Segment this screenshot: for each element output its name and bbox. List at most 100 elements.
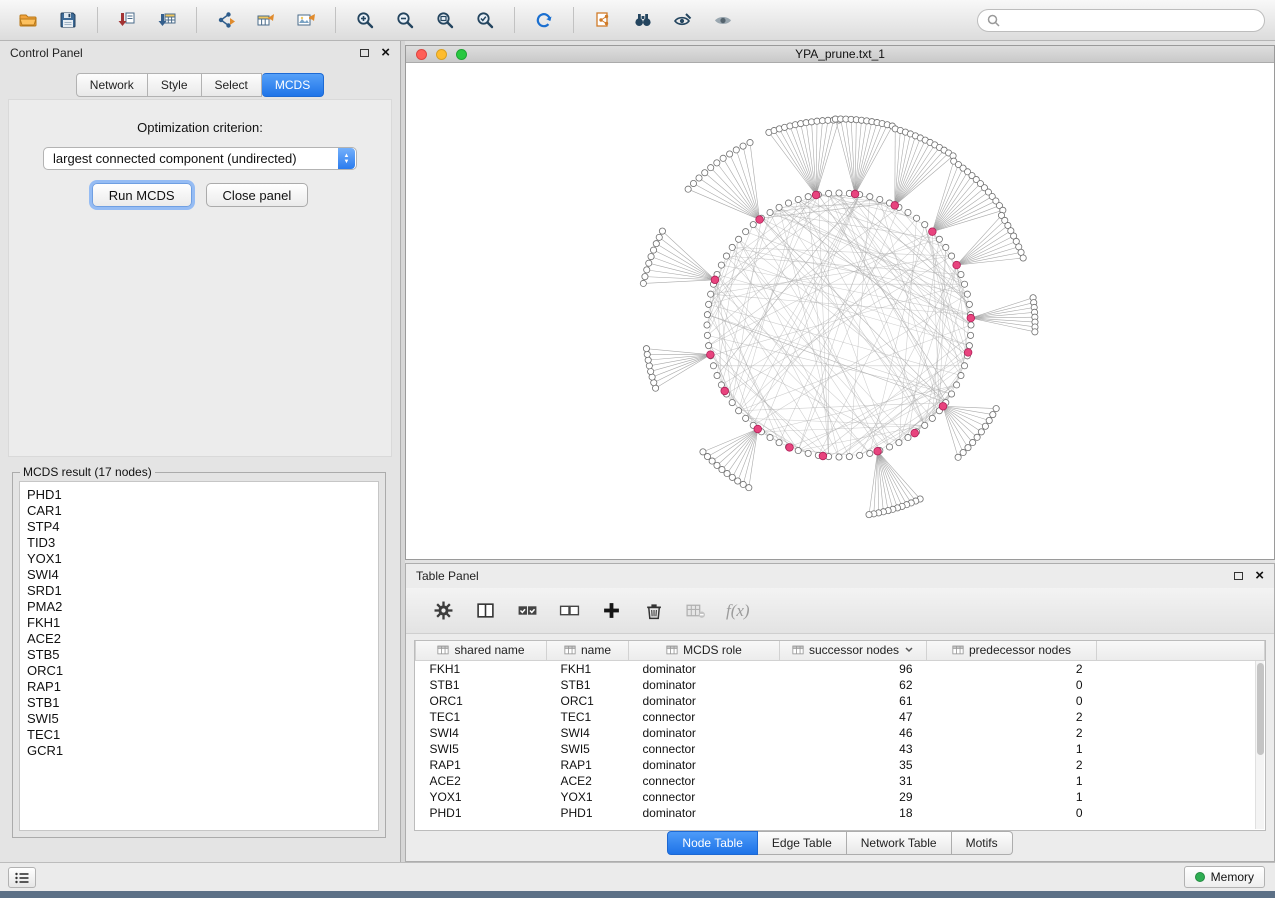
table-cell-predecessors[interactable]: 0 (927, 693, 1097, 709)
close-panel-icon[interactable]: × (381, 47, 390, 59)
table-cell-predecessors[interactable]: 0 (927, 805, 1097, 821)
mcds-result-item[interactable]: GCR1 (27, 743, 378, 759)
tab-select[interactable]: Select (202, 73, 262, 97)
share-document-button[interactable] (585, 5, 621, 35)
zoom-fit-button[interactable] (427, 5, 463, 35)
table-cell-shared-name[interactable]: ACE2 (416, 773, 547, 789)
table-row[interactable]: STB1STB1dominator620 (416, 677, 1265, 693)
show-columns-button[interactable] (470, 597, 500, 625)
table-cell-role[interactable]: connector (629, 709, 780, 725)
table-cell-successors[interactable]: 61 (780, 693, 927, 709)
mcds-result-item[interactable]: CAR1 (27, 503, 378, 519)
close-panel-button[interactable]: Close panel (206, 183, 309, 207)
window-minimize-icon[interactable] (436, 49, 447, 60)
table-row[interactable]: PHD1PHD1dominator180 (416, 805, 1265, 821)
function-builder-icon[interactable]: f(x) (726, 601, 750, 621)
tab-node-table[interactable]: Node Table (667, 831, 758, 855)
table-cell-predecessors[interactable]: 0 (927, 677, 1097, 693)
table-row[interactable]: YOX1YOX1connector291 (416, 789, 1265, 805)
window-maximize-icon[interactable] (456, 49, 467, 60)
table-settings-button[interactable] (428, 597, 458, 625)
table-cell-successors[interactable]: 18 (780, 805, 927, 821)
refresh-button[interactable] (526, 5, 562, 35)
import-table-button[interactable] (149, 5, 185, 35)
tab-mcds[interactable]: MCDS (262, 73, 324, 97)
table-cell-predecessors[interactable]: 2 (927, 709, 1097, 725)
table-cell-shared-name[interactable]: TEC1 (416, 709, 547, 725)
mcds-result-item[interactable]: PMA2 (27, 599, 378, 615)
table-cell-successors[interactable]: 47 (780, 709, 927, 725)
status-menu-button[interactable] (8, 867, 36, 888)
table-cell-predecessors[interactable]: 2 (927, 725, 1097, 741)
table-cell-shared-name[interactable]: RAP1 (416, 757, 547, 773)
table-cell-successors[interactable]: 96 (780, 660, 927, 677)
find-button[interactable] (625, 5, 661, 35)
table-cell-name[interactable]: STB1 (547, 677, 629, 693)
mcds-result-item[interactable]: STB1 (27, 695, 378, 711)
delete-column-button[interactable] (638, 597, 668, 625)
table-cell-successors[interactable]: 29 (780, 789, 927, 805)
tab-style[interactable]: Style (148, 73, 202, 97)
tab-edge-table[interactable]: Edge Table (758, 831, 847, 855)
tab-network[interactable]: Network (76, 73, 148, 97)
tab-motifs[interactable]: Motifs (952, 831, 1013, 855)
mcds-result-item[interactable]: PHD1 (27, 487, 378, 503)
table-cell-name[interactable]: YOX1 (547, 789, 629, 805)
table-cell-name[interactable]: ACE2 (547, 773, 629, 789)
table-row[interactable]: SWI5SWI5connector431 (416, 741, 1265, 757)
zoom-out-button[interactable] (387, 5, 423, 35)
scrollbar-thumb[interactable] (1257, 663, 1264, 755)
column-header-successor-nodes[interactable]: successor nodes (780, 641, 927, 660)
run-mcds-button[interactable]: Run MCDS (92, 183, 192, 207)
search-input[interactable] (1005, 13, 1255, 27)
window-close-icon[interactable] (416, 49, 427, 60)
table-cell-role[interactable]: connector (629, 773, 780, 789)
table-cell-shared-name[interactable]: SWI4 (416, 725, 547, 741)
show-hide-button[interactable] (705, 5, 741, 35)
mcds-result-item[interactable]: TEC1 (27, 727, 378, 743)
table-cell-successors[interactable]: 31 (780, 773, 927, 789)
float-panel-icon[interactable] (360, 49, 369, 57)
mcds-result-item[interactable]: TID3 (27, 535, 378, 551)
table-cell-successors[interactable]: 43 (780, 741, 927, 757)
network-window-titlebar[interactable]: YPA_prune.txt_1 (406, 46, 1274, 63)
table-cell-name[interactable]: SWI5 (547, 741, 629, 757)
deselect-all-button[interactable] (554, 597, 584, 625)
table-cell-successors[interactable]: 62 (780, 677, 927, 693)
close-table-panel-icon[interactable]: × (1255, 570, 1264, 582)
mcds-result-item[interactable]: SWI5 (27, 711, 378, 727)
select-all-button[interactable] (512, 597, 542, 625)
optimization-dropdown[interactable]: largest connected component (undirected)… (43, 147, 357, 170)
save-session-button[interactable] (50, 5, 86, 35)
table-cell-successors[interactable]: 46 (780, 725, 927, 741)
table-cell-predecessors[interactable]: 1 (927, 789, 1097, 805)
mcds-result-item[interactable]: RAP1 (27, 679, 378, 695)
table-cell-role[interactable]: dominator (629, 677, 780, 693)
delete-table-button-disabled[interactable] (680, 597, 710, 625)
table-cell-role[interactable]: dominator (629, 725, 780, 741)
memory-button[interactable]: Memory (1184, 866, 1265, 888)
open-file-button[interactable] (10, 5, 46, 35)
zoom-selected-button[interactable] (467, 5, 503, 35)
network-graph[interactable] (406, 63, 1274, 559)
mcds-result-item[interactable]: ACE2 (27, 631, 378, 647)
table-scrollbar[interactable] (1255, 661, 1264, 829)
table-cell-role[interactable]: connector (629, 789, 780, 805)
table-cell-name[interactable]: PHD1 (547, 805, 629, 821)
export-network-button[interactable] (208, 5, 244, 35)
tab-network-table[interactable]: Network Table (847, 831, 952, 855)
table-cell-shared-name[interactable]: FKH1 (416, 660, 547, 677)
search-box[interactable] (977, 9, 1265, 32)
table-cell-predecessors[interactable]: 1 (927, 773, 1097, 789)
table-cell-predecessors[interactable]: 2 (927, 660, 1097, 677)
table-row[interactable]: TEC1TEC1connector472 (416, 709, 1265, 725)
table-cell-name[interactable]: RAP1 (547, 757, 629, 773)
zoom-in-button[interactable] (347, 5, 383, 35)
mcds-result-list[interactable]: PHD1CAR1STP4TID3YOX1SWI4SRD1PMA2FKH1ACE2… (19, 481, 379, 831)
table-cell-role[interactable]: dominator (629, 660, 780, 677)
float-table-panel-icon[interactable] (1234, 572, 1243, 580)
table-cell-shared-name[interactable]: PHD1 (416, 805, 547, 821)
table-cell-role[interactable]: dominator (629, 757, 780, 773)
mcds-result-item[interactable]: STB5 (27, 647, 378, 663)
table-row[interactable]: RAP1RAP1dominator352 (416, 757, 1265, 773)
